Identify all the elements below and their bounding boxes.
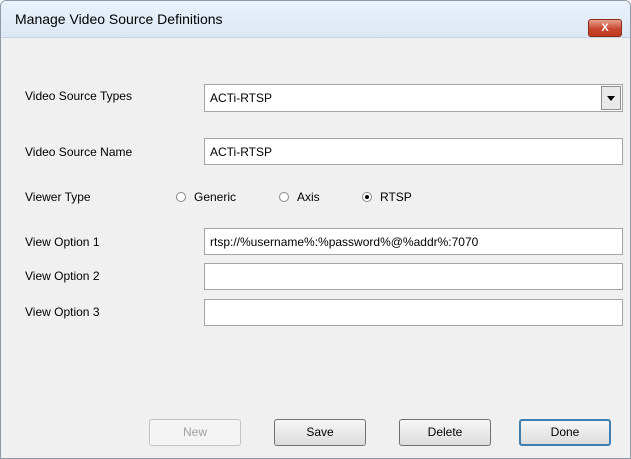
viewer-type-label: Viewer Type: [25, 190, 91, 204]
view-option-3-input[interactable]: [204, 299, 623, 326]
radio-unchecked-icon[interactable]: [279, 192, 289, 202]
radio-checked-icon[interactable]: [362, 192, 372, 202]
radio-unchecked-icon[interactable]: [176, 192, 186, 202]
delete-button[interactable]: Delete: [399, 419, 491, 446]
video-source-name-input[interactable]: ACTi-RTSP: [204, 138, 623, 165]
view-option-2-label: View Option 2: [25, 269, 100, 283]
video-source-name-value: ACTi-RTSP: [210, 145, 273, 159]
save-button[interactable]: Save: [274, 419, 366, 446]
close-icon: X: [601, 22, 609, 34]
view-option-1-label: View Option 1: [25, 235, 100, 249]
video-source-types-value: ACTi-RTSP: [210, 91, 273, 105]
radio-label-rtsp: RTSP: [380, 190, 412, 204]
video-source-types-select[interactable]: ACTi-RTSP: [204, 84, 623, 112]
radio-label-axis: Axis: [297, 190, 320, 204]
view-option-1-value: rtsp://%username%:%password%@%addr%:7070: [210, 235, 479, 249]
video-source-types-label: Video Source Types: [25, 89, 132, 103]
window-title: Manage Video Source Definitions: [15, 11, 223, 27]
view-option-3-label: View Option 3: [25, 305, 100, 319]
video-source-name-label: Video Source Name: [25, 145, 133, 159]
new-button[interactable]: New: [149, 419, 241, 446]
close-button[interactable]: X: [588, 19, 622, 37]
title-bar[interactable]: Manage Video Source Definitions X: [1, 1, 630, 38]
dialog-content: Video Source Types ACTi-RTSP Video Sourc…: [1, 38, 630, 458]
view-option-2-input[interactable]: [204, 263, 623, 290]
viewer-type-radio-group: Generic Axis RTSP: [176, 190, 436, 206]
done-button[interactable]: Done: [519, 419, 611, 446]
chevron-down-icon[interactable]: [601, 86, 621, 110]
dialog-window: Manage Video Source Definitions X Video …: [0, 0, 631, 459]
view-option-1-input[interactable]: rtsp://%username%:%password%@%addr%:7070: [204, 228, 623, 255]
radio-label-generic: Generic: [194, 190, 237, 204]
